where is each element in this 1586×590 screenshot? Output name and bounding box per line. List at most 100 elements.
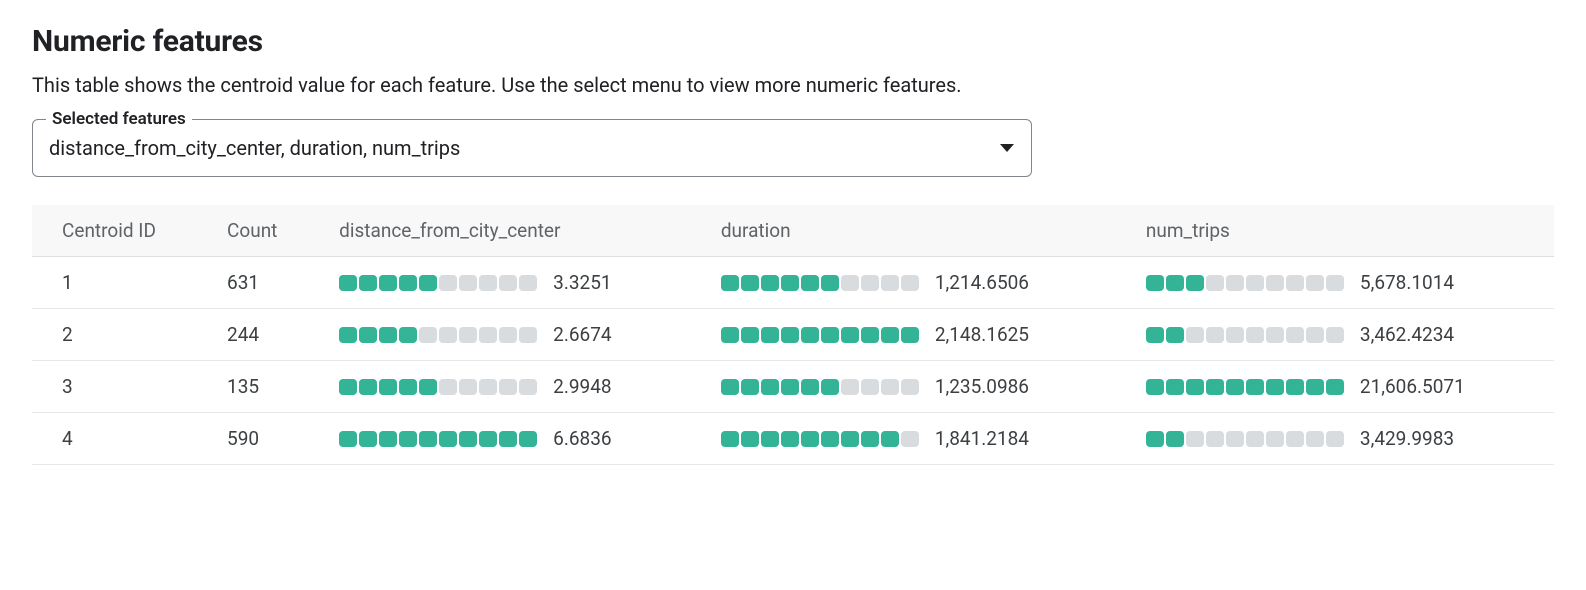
bar-segment <box>1266 327 1284 343</box>
bar-segment <box>1206 327 1224 343</box>
bar-segment <box>761 379 779 395</box>
segment-bar <box>721 327 919 343</box>
bar-segment <box>359 327 377 343</box>
cell-centroid-id: 3 <box>32 361 197 413</box>
bar-segment <box>881 379 899 395</box>
segment-bar <box>721 431 919 447</box>
bar-segment <box>1166 275 1184 291</box>
cell-count: 244 <box>197 309 309 361</box>
bar-segment <box>881 431 899 447</box>
bar-segment <box>439 379 457 395</box>
col-centroid-id[interactable]: Centroid ID <box>32 205 197 257</box>
bar-segment <box>841 327 859 343</box>
table-row: 16313.32511,214.65065,678.1014 <box>32 257 1554 309</box>
bar-segment <box>1306 327 1324 343</box>
col-count[interactable]: Count <box>197 205 309 257</box>
bar-segment <box>901 327 919 343</box>
segment-bar <box>339 431 537 447</box>
cell-feature-2-value: 5,678.1014 <box>1360 271 1454 294</box>
bar-segment <box>499 327 517 343</box>
col-feature-0[interactable]: distance_from_city_center <box>309 205 691 257</box>
cell-feature-1-value: 1,214.6506 <box>935 271 1029 294</box>
bar-segment <box>1286 327 1304 343</box>
cell-feature-2-value: 3,462.4234 <box>1360 323 1454 346</box>
cell-feature-1: 2,148.1625 <box>691 309 1116 361</box>
cell-feature-0: 6.6836 <box>309 413 691 465</box>
bar-segment <box>801 379 819 395</box>
cell-centroid-id: 2 <box>32 309 197 361</box>
bar-segment <box>901 275 919 291</box>
bar-segment <box>1326 275 1344 291</box>
bar-segment <box>1226 431 1244 447</box>
selected-features-select[interactable]: Selected features distance_from_city_cen… <box>32 119 1032 177</box>
bar-segment <box>801 275 819 291</box>
cell-feature-0: 2.9948 <box>309 361 691 413</box>
bar-segment <box>499 275 517 291</box>
bar-segment <box>339 275 357 291</box>
bar-segment <box>379 275 397 291</box>
bar-segment <box>1166 431 1184 447</box>
cell-count: 631 <box>197 257 309 309</box>
bar-segment <box>1146 431 1164 447</box>
table-head-row: Centroid ID Count distance_from_city_cen… <box>32 205 1554 257</box>
bar-segment <box>339 379 357 395</box>
segment-bar <box>339 327 537 343</box>
bar-segment <box>861 379 879 395</box>
bar-segment <box>1246 327 1264 343</box>
bar-segment <box>359 275 377 291</box>
bar-segment <box>1226 275 1244 291</box>
bar-segment <box>861 275 879 291</box>
segment-bar <box>339 379 537 395</box>
bar-segment <box>801 431 819 447</box>
bar-segment <box>1266 275 1284 291</box>
bar-segment <box>781 327 799 343</box>
bar-segment <box>781 379 799 395</box>
cell-feature-2: 3,462.4234 <box>1116 309 1554 361</box>
select-label: Selected features <box>46 109 192 129</box>
select-value: distance_from_city_center, duration, num… <box>49 136 460 160</box>
bar-segment <box>399 431 417 447</box>
bar-segment <box>439 275 457 291</box>
cell-feature-0-value: 2.6674 <box>553 323 611 346</box>
bar-segment <box>1326 431 1344 447</box>
bar-segment <box>479 327 497 343</box>
cell-feature-2: 21,606.5071 <box>1116 361 1554 413</box>
bar-segment <box>499 431 517 447</box>
cell-feature-0: 2.6674 <box>309 309 691 361</box>
bar-segment <box>439 431 457 447</box>
bar-segment <box>821 431 839 447</box>
bar-segment <box>1326 379 1344 395</box>
bar-segment <box>339 327 357 343</box>
bar-segment <box>721 431 739 447</box>
bar-segment <box>901 431 919 447</box>
section-title: Numeric features <box>32 24 1554 59</box>
bar-segment <box>419 379 437 395</box>
bar-segment <box>479 431 497 447</box>
bar-segment <box>1266 379 1284 395</box>
bar-segment <box>519 431 537 447</box>
bar-segment <box>1306 275 1324 291</box>
segment-bar <box>721 379 919 395</box>
bar-segment <box>881 275 899 291</box>
bar-segment <box>1226 379 1244 395</box>
bar-segment <box>1326 327 1344 343</box>
bar-segment <box>1246 275 1264 291</box>
bar-segment <box>1226 327 1244 343</box>
bar-segment <box>1286 431 1304 447</box>
segment-bar <box>1146 379 1344 395</box>
bar-segment <box>841 275 859 291</box>
col-feature-2[interactable]: num_trips <box>1116 205 1554 257</box>
bar-segment <box>1206 275 1224 291</box>
bar-segment <box>419 431 437 447</box>
bar-segment <box>1306 431 1324 447</box>
col-feature-1[interactable]: duration <box>691 205 1116 257</box>
bar-segment <box>741 379 759 395</box>
bar-segment <box>821 379 839 395</box>
bar-segment <box>359 379 377 395</box>
cell-feature-1-value: 2,148.1625 <box>935 323 1029 346</box>
bar-segment <box>519 275 537 291</box>
bar-segment <box>741 275 759 291</box>
cell-feature-1: 1,841.2184 <box>691 413 1116 465</box>
bar-segment <box>1166 379 1184 395</box>
bar-segment <box>1306 379 1324 395</box>
